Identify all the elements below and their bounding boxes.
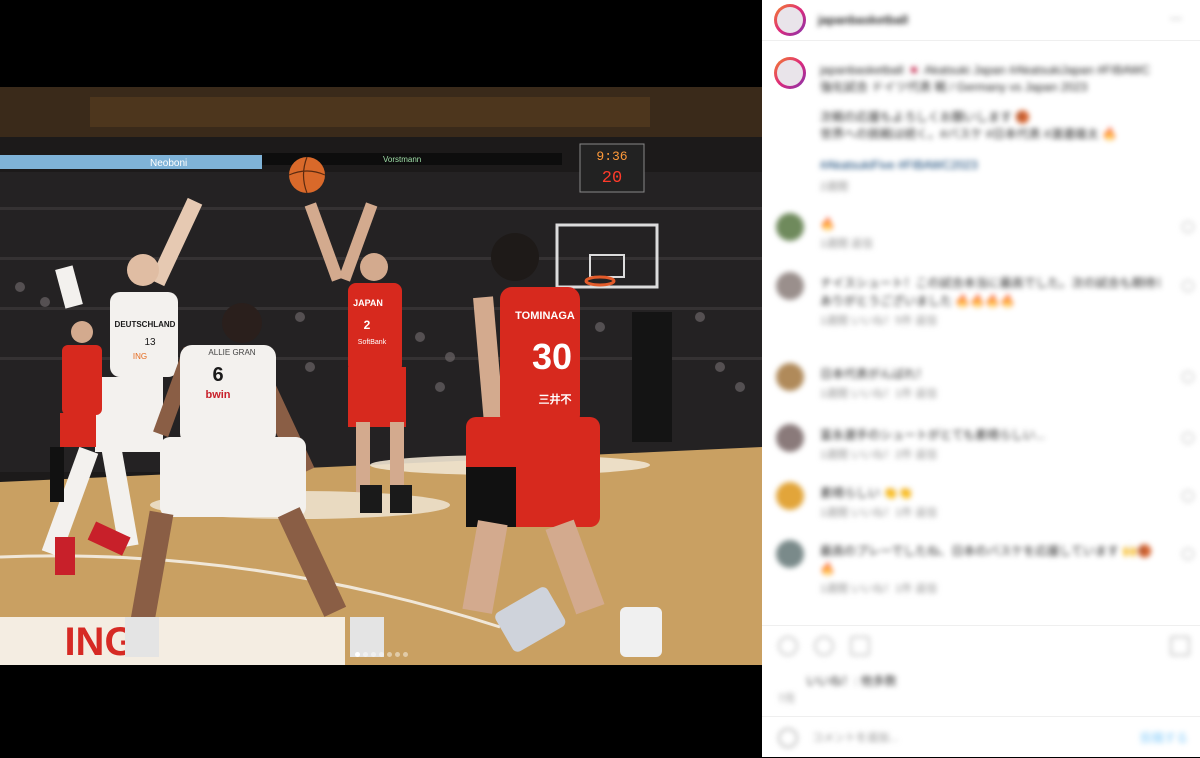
author-username[interactable]: japanbasketball: [818, 13, 908, 27]
share-icon[interactable]: [850, 636, 870, 656]
comment-text-continued: ありがとうございました 🔥🔥🔥🔥: [820, 294, 1016, 308]
japan-30-sponsor: 三井不: [539, 392, 572, 406]
bookmark-icon[interactable]: [1170, 636, 1190, 656]
carousel-dot[interactable]: [402, 652, 408, 657]
led-banner-left: [0, 155, 262, 169]
caption-line-3: 次戦の応援もよろしくお願いします 🏀: [820, 110, 1031, 124]
comment-avatar[interactable]: [776, 424, 804, 452]
caption-hashtags[interactable]: #AkatsukiFive #FIBAWC2023: [820, 158, 978, 172]
comment-like-icon[interactable]: [1182, 490, 1194, 502]
japan-2-number: 2: [364, 318, 371, 332]
germany-13-chest-text: DEUTSCHLAND: [115, 320, 176, 329]
comment-icon[interactable]: [814, 636, 834, 656]
likes-count[interactable]: いいね！: 他多数: [806, 674, 897, 688]
japan-30-number: 30: [532, 336, 572, 377]
post-actions: [762, 625, 1200, 666]
comment-meta[interactable]: 1週間 いいね！5件 返信: [820, 314, 937, 328]
media-pane: Neoboni Vorstmann 9:36 20 ING DEUTSCHLAN…: [0, 0, 762, 757]
germany-6-number: 6: [212, 364, 223, 386]
carousel-dots: [0, 644, 762, 662]
caption-line-4: 世界への挑戦は続く。#バスケ #日本代表 #渡邊雄太 🔥: [820, 127, 1117, 141]
carousel-dot[interactable]: [378, 652, 384, 657]
japan-30-name: TOMINAGA: [515, 310, 575, 322]
comment-text: 日本代表がんばれ！: [820, 367, 929, 381]
carousel-dot[interactable]: [362, 652, 368, 657]
comment-text: 🔥: [820, 217, 835, 231]
post-header: japanbasketball ···: [762, 0, 1200, 41]
japan-2-sponsor: SoftBank: [358, 339, 387, 346]
author-avatar[interactable]: [774, 4, 806, 36]
comment-avatar[interactable]: [776, 482, 804, 510]
carousel-dot[interactable]: [394, 652, 400, 657]
comment-avatar[interactable]: [776, 213, 804, 241]
germany-13-number: 13: [144, 337, 156, 348]
carousel-dot[interactable]: [354, 652, 360, 657]
comment-avatar[interactable]: [776, 272, 804, 300]
japan-2-chest-text: JAPAN: [353, 298, 383, 308]
caption-line-2: 強化試合 ドイツ代表 戦 / Germany vs Japan 2023: [820, 80, 1088, 94]
posted-date: 7月: [778, 693, 796, 705]
comment-meta[interactable]: 1週間 いいね！1件 返信: [820, 582, 937, 596]
like-icon[interactable]: [778, 636, 798, 656]
basketball: [289, 157, 325, 193]
comment-composer: コメントを追加... 投稿する: [762, 716, 1200, 758]
post-photo[interactable]: Neoboni Vorstmann 9:36 20 ING DEUTSCHLAN…: [0, 87, 762, 665]
shot-clock-time: 9:36: [596, 149, 627, 164]
comment-avatar[interactable]: [776, 363, 804, 391]
caption-avatar[interactable]: [774, 57, 806, 89]
post-comment-button[interactable]: 投稿する: [1140, 731, 1188, 745]
comment-like-icon[interactable]: [1182, 432, 1194, 444]
caption-time: 2週間: [820, 181, 849, 193]
carousel-dot[interactable]: [386, 652, 392, 657]
comment-input[interactable]: コメントを追加...: [812, 731, 898, 745]
comment-meta[interactable]: 1週間 いいね！1件 返信: [820, 387, 937, 401]
comment-text: ナイスシュート！この試合本当に最高でした。次の試合も期待しています。応援してます…: [820, 276, 1160, 290]
comment-like-icon[interactable]: [1182, 280, 1194, 292]
comment-text: 素晴らしい 👏👏: [820, 486, 914, 500]
post-sidebar: japanbasketball ··· japanbasketball 🇯🇵 A…: [762, 0, 1200, 757]
germany-6-name: ALLIE GRAN: [208, 348, 255, 357]
comment-text: 富永選手のシュートがとても素晴らしい...: [820, 428, 1046, 442]
hoop-stanchion: [632, 312, 672, 442]
comment-text-continued: 🔥: [820, 562, 835, 576]
led-banner-right-text: Vorstmann: [383, 155, 421, 164]
comment-text: 最高のプレーでしたね、日本のバスケを応援しています 🙌🏀: [820, 544, 1153, 558]
comment-avatar[interactable]: [776, 540, 804, 568]
comment-like-icon[interactable]: [1182, 548, 1194, 560]
germany-13-sponsor: ING: [133, 352, 147, 361]
comment-meta[interactable]: 1週間 いいね！2件 返信: [820, 448, 937, 462]
carousel-dot[interactable]: [370, 652, 376, 657]
comment-like-icon[interactable]: [1182, 221, 1194, 233]
caption-line-1: japanbasketball 🇯🇵 Akatsuki Japan #Akats…: [820, 63, 1151, 77]
germany-6-sponsor: bwin: [205, 389, 230, 401]
comment-meta[interactable]: 1週間 返信: [820, 237, 873, 251]
shot-clock-seconds: 20: [602, 169, 622, 188]
comment-like-icon[interactable]: [1182, 371, 1194, 383]
led-banner-left-text: Neoboni: [150, 158, 187, 169]
emoji-icon[interactable]: [778, 728, 798, 748]
comment-meta[interactable]: 1週間 いいね！1件 返信: [820, 506, 937, 520]
more-options-button[interactable]: ···: [1170, 11, 1182, 25]
